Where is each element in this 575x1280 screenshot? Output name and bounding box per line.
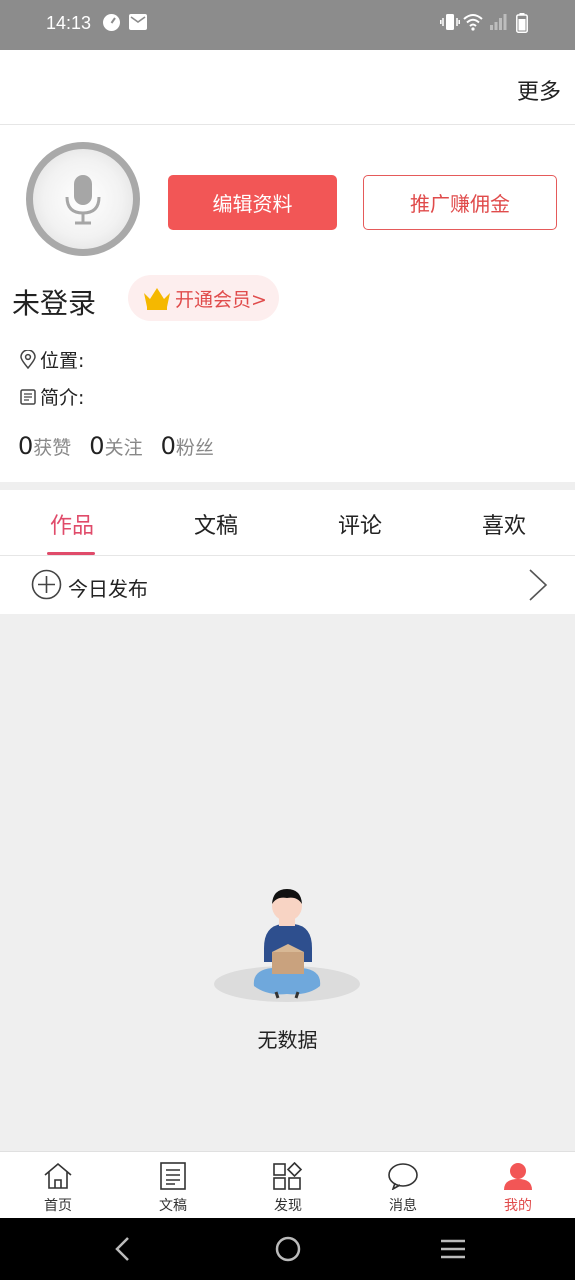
tab-comments[interactable]: 评论 (310, 508, 410, 540)
home-icon (44, 1162, 72, 1189)
nav-messages-label: 消息 (389, 1198, 417, 1214)
speedometer-icon (102, 13, 121, 36)
stat-fans-label: 粉丝 (175, 437, 214, 459)
promote-earn-button[interactable]: 推广赚佣金 (363, 175, 557, 230)
status-time: 14:13 (46, 13, 92, 33)
nav-discover-label: 发现 (274, 1198, 302, 1214)
bio-row: 简介: (18, 383, 84, 410)
nav-profile-label: 我的 (504, 1198, 532, 1214)
tab-likes[interactable]: 喜欢 (454, 508, 554, 540)
nav-discover[interactable]: 发现 (248, 1161, 328, 1215)
location-row: 位置: (18, 346, 84, 373)
microphone-icon (65, 175, 101, 225)
system-nav-bar (0, 1218, 575, 1280)
wifi-icon (463, 13, 483, 35)
nav-manuscripts[interactable]: 文稿 (133, 1162, 213, 1215)
crown-icon (144, 288, 170, 310)
stats-row: 0 获赞 0 关注 0 粉丝 (18, 432, 232, 460)
discover-icon (273, 1161, 303, 1190)
empty-state-text: 无数据 (257, 1028, 318, 1052)
content-area: 无数据 (0, 614, 575, 1151)
back-icon[interactable] (112, 1235, 132, 1267)
battery-icon (516, 13, 528, 37)
bottom-nav: 首页 文稿 发现 消息 我的 (0, 1151, 575, 1218)
top-bar: 更多 (0, 50, 575, 125)
location-pin-icon (18, 349, 38, 370)
message-icon (388, 1163, 418, 1191)
chevron-right-icon (528, 568, 548, 606)
tab-works[interactable]: 作品 (22, 508, 122, 540)
username[interactable]: 未登录 (12, 282, 96, 322)
content-tabs: 作品 文稿 评论 喜欢 (0, 490, 575, 556)
bio-icon (18, 387, 38, 407)
mail-icon (129, 13, 147, 35)
vibrate-icon (440, 13, 460, 35)
tab-manuscripts[interactable]: 文稿 (166, 508, 266, 540)
stat-likes-label: 获赞 (33, 437, 72, 459)
vip-button[interactable]: 开通会员> (128, 275, 279, 321)
status-bar: 14:13 (0, 0, 575, 50)
nav-home-label: 首页 (44, 1198, 72, 1214)
section-divider (0, 482, 575, 490)
profile-icon (504, 1163, 532, 1190)
nav-messages[interactable]: 消息 (363, 1162, 443, 1215)
bio-label: 简介: (40, 387, 85, 409)
vip-label: 开通会员> (175, 288, 267, 311)
nav-home[interactable]: 首页 (18, 1162, 98, 1215)
document-icon (160, 1162, 186, 1190)
nav-profile[interactable]: 我的 (478, 1162, 558, 1215)
stat-fans[interactable]: 0 粉丝 (161, 432, 214, 460)
home-button-icon[interactable] (274, 1235, 302, 1267)
stat-fans-value: 0 (160, 432, 176, 460)
stat-following[interactable]: 0 关注 (89, 432, 142, 460)
stat-likes-value: 0 (18, 432, 34, 460)
stat-following-label: 关注 (104, 437, 143, 459)
profile-section: 编辑资料 推广赚佣金 未登录 开通会员> 位置: 简介: 0 获赞 0 关注 0 (0, 125, 575, 482)
recents-icon[interactable] (439, 1235, 467, 1267)
location-label: 位置: (40, 350, 85, 372)
avatar[interactable] (26, 142, 140, 256)
signal-icon (489, 13, 507, 35)
publish-today-row[interactable]: 今日发布 (0, 556, 575, 614)
publish-today-label: 今日发布 (68, 577, 148, 601)
more-button[interactable]: 更多 (517, 74, 561, 106)
stat-likes[interactable]: 0 获赞 (18, 432, 71, 460)
stat-following-value: 0 (89, 432, 105, 460)
edit-profile-button[interactable]: 编辑资料 (168, 175, 337, 230)
add-circle-icon (31, 569, 62, 604)
nav-manuscripts-label: 文稿 (159, 1198, 187, 1214)
empty-state-illustration (212, 886, 362, 1010)
tab-active-indicator (47, 552, 95, 555)
